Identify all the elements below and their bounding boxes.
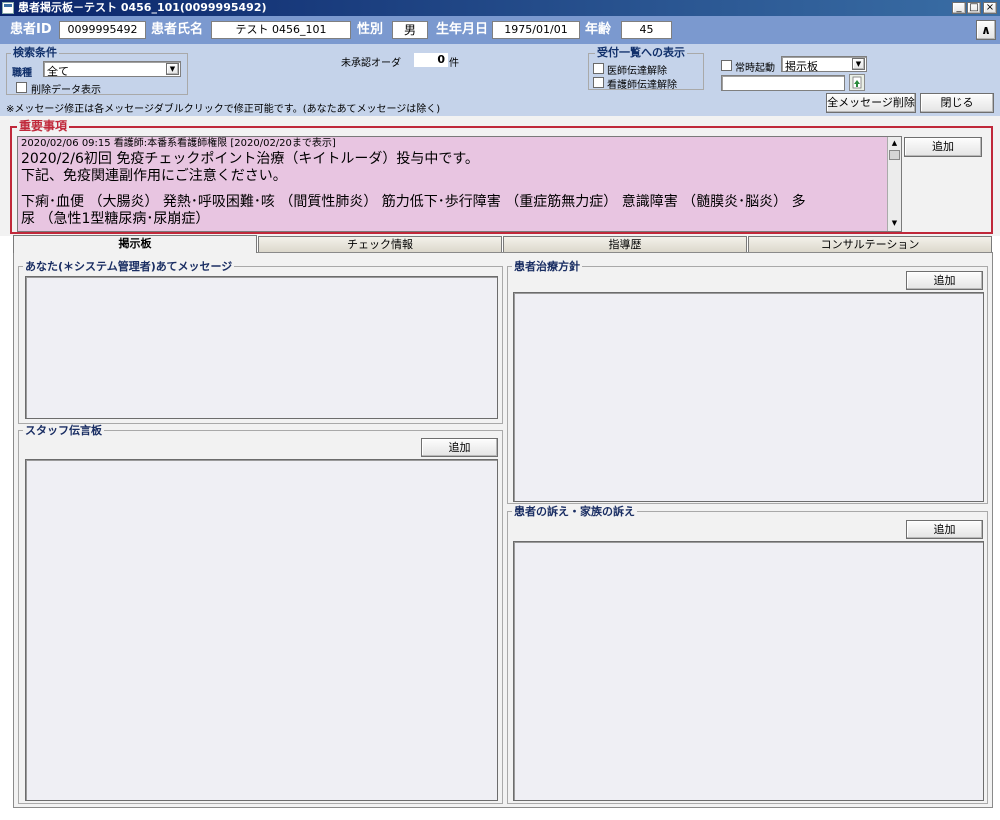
patient-age-value: 45 — [621, 21, 672, 39]
search-group-label: 検索条件 — [11, 46, 59, 59]
startup-input[interactable] — [721, 75, 845, 91]
staff-list[interactable] — [25, 459, 498, 801]
edit-note: ※メッセージ修正は各メッセージダブルクリックで修正可能です。(あなたあてメッセー… — [6, 104, 441, 115]
tab-check-info[interactable]: チェック情報 — [258, 236, 502, 252]
window-icon — [2, 2, 14, 14]
patient-sex-label: 性別 — [357, 22, 384, 37]
refresh-icon[interactable] — [849, 74, 865, 91]
minimize-button[interactable]: _ — [952, 2, 966, 14]
board-select-value: 掲示板 — [785, 60, 818, 73]
chevron-down-icon[interactable]: ▼ — [852, 58, 865, 70]
patient-header: 患者ID 0099995492 患者氏名 テスト 0456_101 性別 男 生… — [0, 16, 1000, 44]
important-label: 重要事項 — [17, 119, 70, 133]
role-select[interactable]: 全て ▼ — [43, 61, 181, 78]
title-bar: 患者掲示板－テスト 0456_101(0099995492) _ □ × — [0, 0, 1000, 16]
important-line-2: 下記、免疫関連副作用にご注意ください。 — [21, 168, 287, 184]
control-band: 検索条件 職種 全て ▼ 削除データ表示 ※メッセージ修正は各メッセージダブルク… — [0, 44, 1000, 116]
doctor-release-label: 医師伝達解除 — [607, 66, 667, 77]
tab-consultation[interactable]: コンサルテーション — [748, 236, 992, 252]
important-scrollbar[interactable]: ▲ ▼ — [887, 137, 901, 231]
reception-group: 受付一覧への表示 医師伝達解除 看護師伝達解除 — [588, 46, 704, 91]
policy-add-button[interactable]: 追加 — [906, 271, 983, 290]
tab-body: あなた(＊システム管理者)あてメッセージ スタッフ伝言板 追加 患者治療方針 追… — [13, 252, 993, 808]
reception-group-label: 受付一覧への表示 — [595, 46, 687, 59]
tab-guidance[interactable]: 指導歴 — [503, 236, 747, 252]
important-line-3: 下痢･血便 （大腸炎） 発熱･呼吸困難･咳 （間質性肺炎） 筋力低下･歩行障害 … — [21, 194, 806, 210]
complaints-panel: 患者の訴え・家族の訴え 追加 — [507, 505, 988, 804]
unapproved-unit: 件 — [449, 58, 459, 69]
unapproved-label: 未承認オーダ — [341, 58, 401, 69]
patient-name-value: テスト 0456_101 — [211, 21, 351, 39]
patient-dob-label: 生年月日 — [436, 22, 489, 37]
delete-all-button[interactable]: 全メッセージ削除 — [826, 93, 916, 113]
important-line-1: 2020/2/6初回 免疫チェックポイント治療（キイトルーダ）投与中です。 — [21, 151, 479, 167]
important-header: 2020/02/06 09:15 看護師:本番系看護師権限 [2020/02/2… — [21, 138, 336, 149]
show-deleted-label: 削除データ表示 — [31, 85, 101, 96]
board-select[interactable]: 掲示板 ▼ — [781, 56, 867, 73]
maximize-button[interactable]: □ — [967, 2, 981, 14]
role-select-value: 全て — [47, 65, 69, 78]
important-box: 重要事項 2020/02/06 09:15 看護師:本番系看護師権限 [2020… — [10, 119, 993, 234]
complaints-panel-title: 患者の訴え・家族の訴え — [512, 505, 637, 518]
always-start-checkbox[interactable] — [721, 60, 732, 71]
always-start-label: 常時起動 — [735, 63, 775, 74]
staff-panel: スタッフ伝言板 追加 — [18, 424, 503, 804]
scroll-thumb[interactable] — [889, 150, 900, 160]
unapproved-count: 0 — [414, 53, 448, 67]
nurse-release-checkbox[interactable] — [593, 77, 604, 88]
important-area: 重要事項 2020/02/06 09:15 看護師:本番系看護師権限 [2020… — [0, 116, 1000, 236]
to-you-list[interactable] — [25, 276, 498, 419]
close-button[interactable]: × — [983, 2, 997, 14]
patient-id-label: 患者ID — [10, 22, 52, 37]
important-line-4: 尿 （急性1型糖尿病･尿崩症） — [21, 211, 210, 227]
doctor-release-checkbox[interactable] — [593, 63, 604, 74]
nurse-release-label: 看護師伝達解除 — [607, 80, 677, 91]
tab-board[interactable]: 掲示板 — [13, 235, 257, 253]
patient-age-label: 年齢 — [585, 22, 612, 37]
important-add-button[interactable]: 追加 — [904, 137, 982, 157]
close-window-button[interactable]: 閉じる — [920, 93, 994, 113]
complaints-add-button[interactable]: 追加 — [906, 520, 983, 539]
policy-panel-title: 患者治療方針 — [512, 260, 582, 273]
scroll-down-icon[interactable]: ▼ — [889, 218, 900, 229]
chevron-down-icon[interactable]: ▼ — [166, 63, 179, 75]
show-deleted-checkbox[interactable] — [16, 82, 27, 93]
staff-panel-title: スタッフ伝言板 — [23, 424, 104, 437]
important-message[interactable]: 2020/02/06 09:15 看護師:本番系看護師権限 [2020/02/2… — [17, 136, 902, 232]
patient-name-label: 患者氏名 — [151, 22, 204, 37]
patient-sex-value: 男 — [392, 21, 428, 39]
window-title: 患者掲示板－テスト 0456_101(0099995492) — [18, 1, 267, 14]
patient-dob-value: 1975/01/01 — [492, 21, 580, 39]
to-you-panel: あなた(＊システム管理者)あてメッセージ — [18, 260, 503, 424]
collapse-button[interactable]: ∧ — [976, 20, 996, 40]
scroll-up-icon[interactable]: ▲ — [889, 138, 900, 149]
to-you-panel-title: あなた(＊システム管理者)あてメッセージ — [23, 260, 235, 273]
staff-add-button[interactable]: 追加 — [421, 438, 498, 457]
policy-list[interactable] — [513, 292, 984, 502]
search-group: 検索条件 職種 全て ▼ 削除データ表示 — [6, 46, 188, 96]
complaints-list[interactable] — [513, 541, 984, 801]
patient-id-value: 0099995492 — [59, 21, 146, 39]
role-label: 職種 — [12, 68, 32, 79]
policy-panel: 患者治療方針 追加 — [507, 260, 988, 504]
